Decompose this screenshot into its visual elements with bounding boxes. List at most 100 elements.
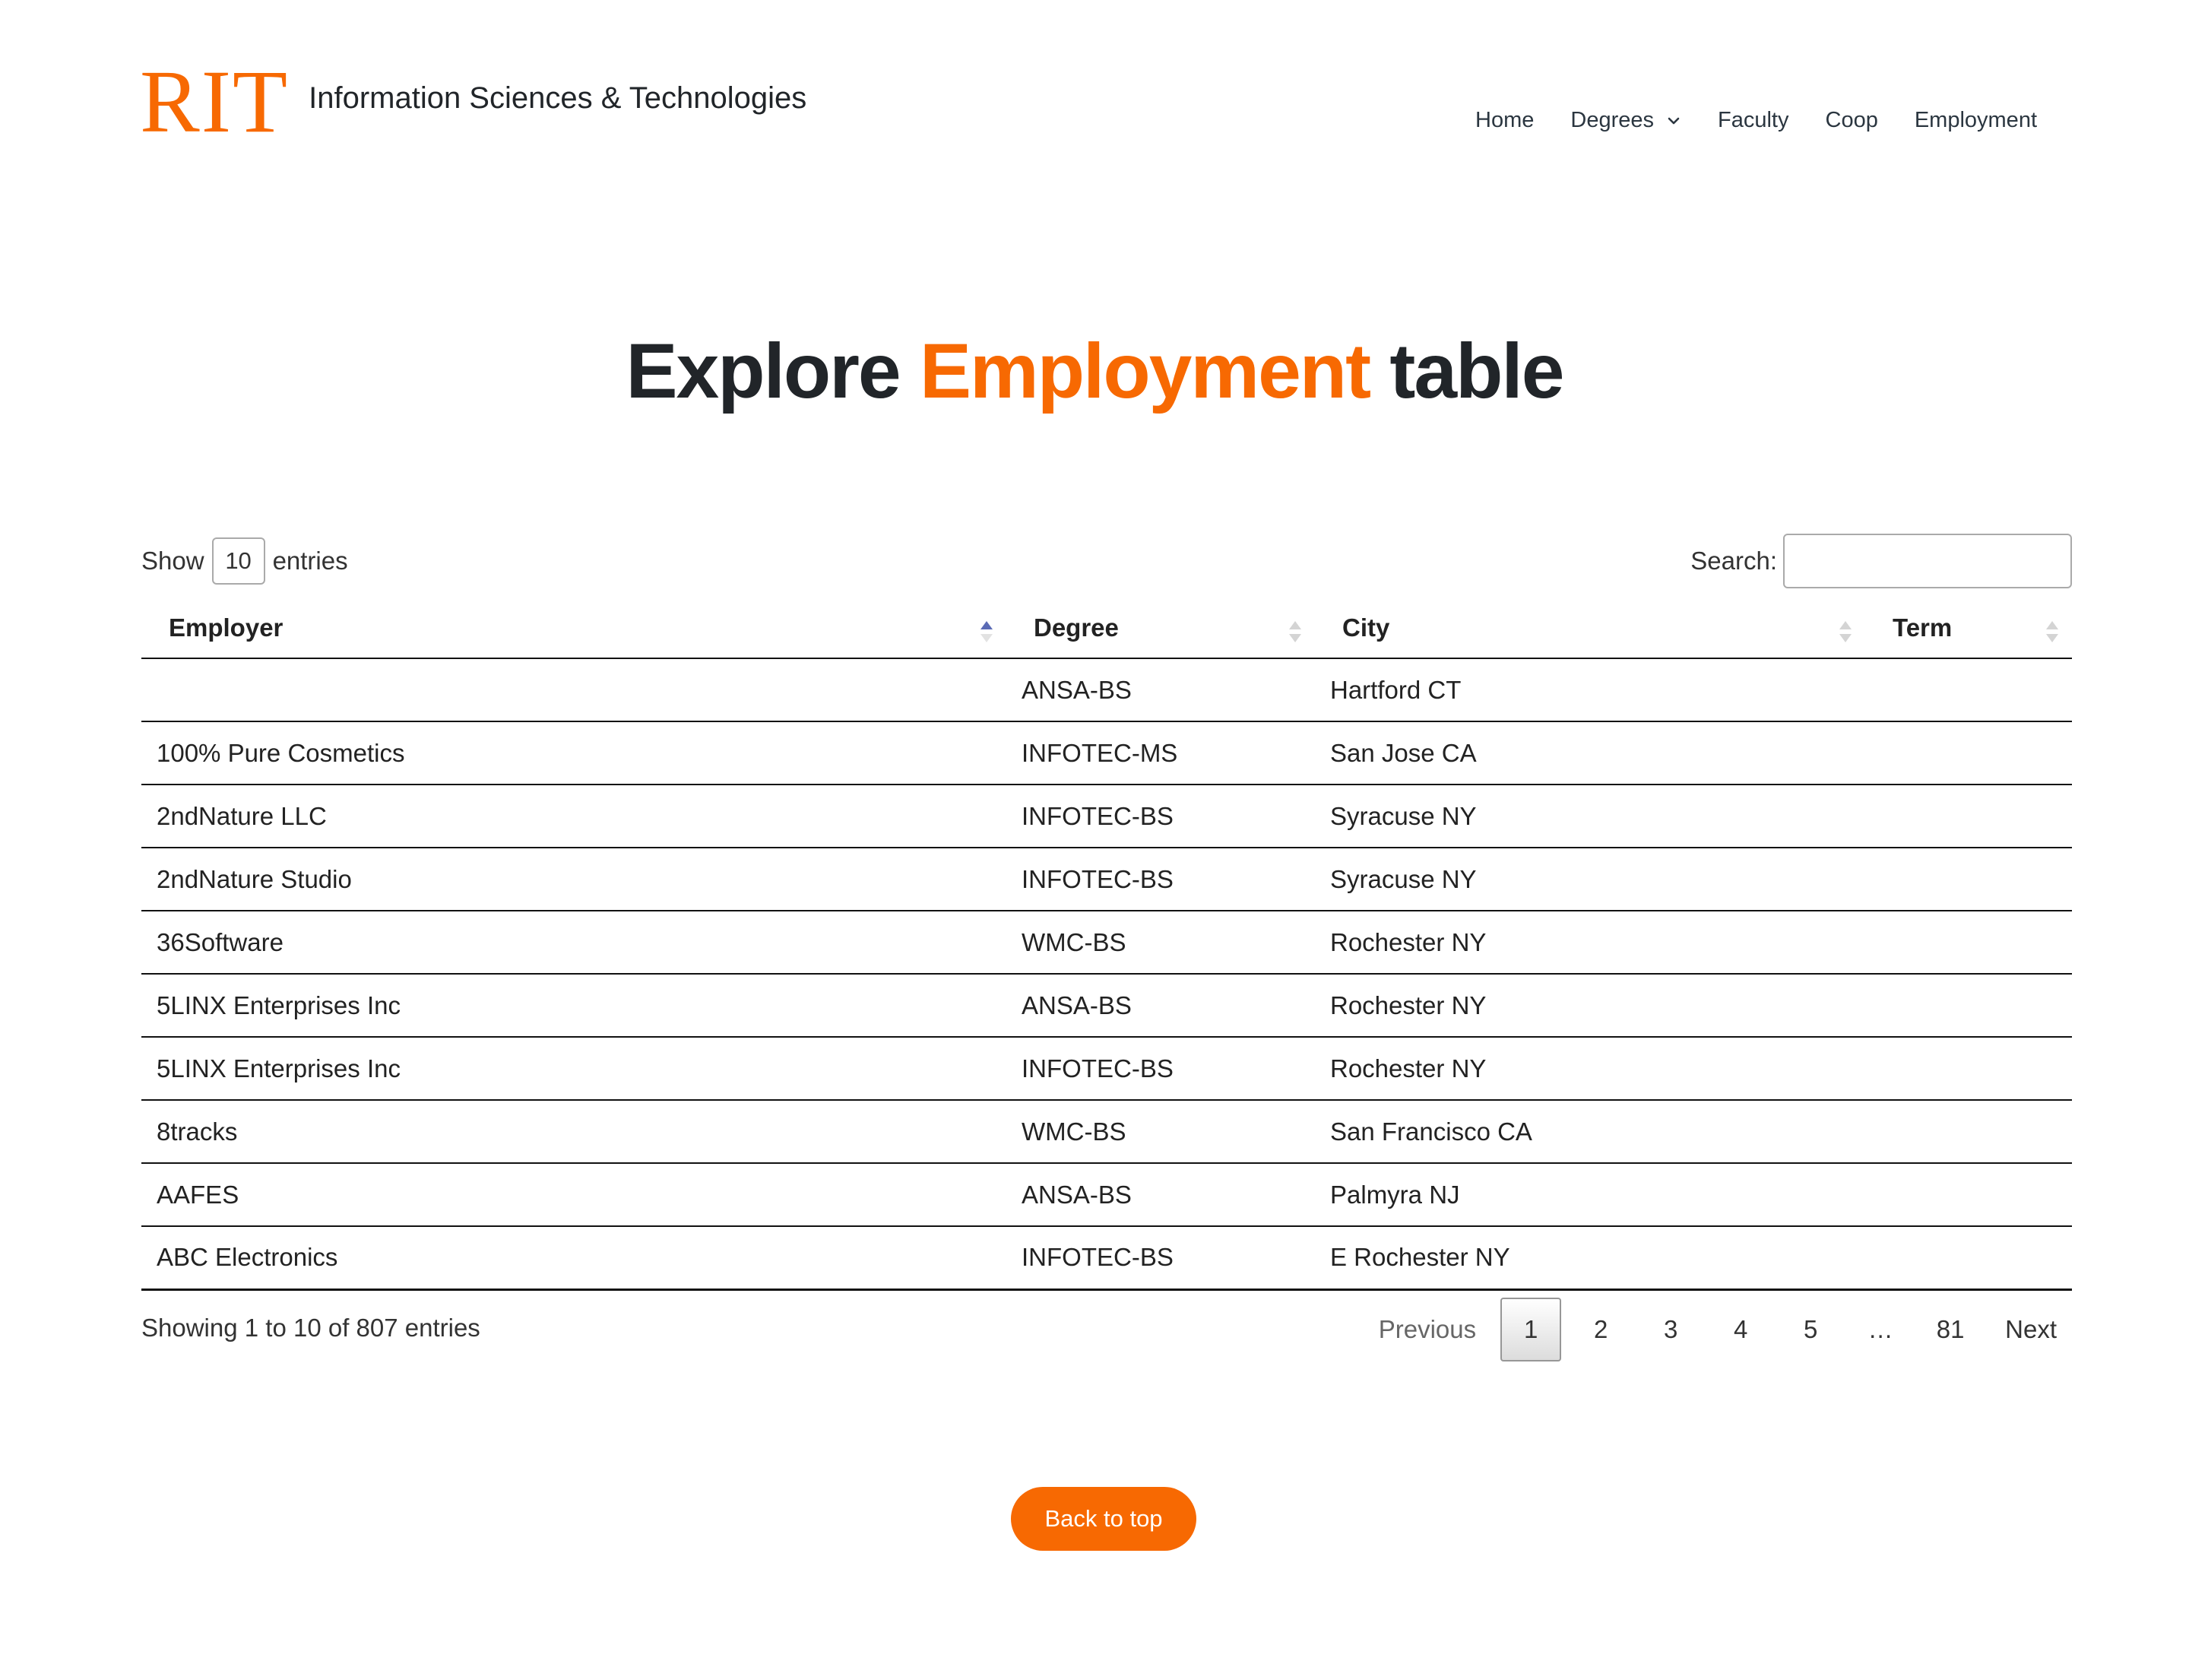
cell-term (1865, 1100, 2072, 1164)
employment-table: Employer Degree City Term ANSA-BS Hartfo… (141, 598, 2072, 1291)
title-suffix: table (1370, 328, 1564, 414)
cell-degree: INFOTEC-BS (1006, 1226, 1315, 1291)
site-header: RIT Information Sciences & Technologies … (0, 0, 2189, 182)
cell-term (1865, 974, 2072, 1038)
table-row: ABC Electronics INFOTEC-BS E Rochester N… (141, 1226, 2072, 1291)
nav-home[interactable]: Home (1475, 108, 1534, 133)
cell-degree: INFOTEC-BS (1006, 848, 1315, 911)
table-controls: Show 10 entries Search: (141, 532, 2072, 590)
title-prefix: Explore (626, 328, 920, 414)
nav-coop[interactable]: Coop (1826, 108, 1878, 133)
table-body: ANSA-BS Hartford CT 100% Pure Cosmetics … (141, 658, 2072, 1291)
table-row: 5LINX Enterprises Inc ANSA-BS Rochester … (141, 974, 2072, 1038)
cell-city: San Jose CA (1315, 721, 1865, 785)
cell-city: San Francisco CA (1315, 1100, 1865, 1164)
cell-employer: 8tracks (141, 1100, 1006, 1164)
column-header-city[interactable]: City (1315, 598, 1865, 659)
nav-degrees[interactable]: Degrees (1570, 108, 1681, 133)
back-to-top-button[interactable]: Back to top (1011, 1487, 1196, 1551)
sort-icon (1289, 621, 1301, 642)
sort-icon (2046, 621, 2058, 642)
table-row: 2ndNature Studio INFOTEC-BS Syracuse NY (141, 848, 2072, 911)
cell-city: Rochester NY (1315, 911, 1865, 975)
cell-city: E Rochester NY (1315, 1226, 1865, 1291)
page-title: Explore Employment table (0, 327, 2189, 416)
table-row: 100% Pure Cosmetics INFOTEC-MS San Jose … (141, 721, 2072, 785)
cell-term (1865, 1226, 2072, 1291)
cell-city: Rochester NY (1315, 974, 1865, 1038)
entries-length-control: Show 10 entries (141, 532, 348, 590)
column-header-employer[interactable]: Employer (141, 598, 1006, 659)
cell-employer: 5LINX Enterprises Inc (141, 1037, 1006, 1101)
pagination-page-2[interactable]: 2 (1570, 1298, 1631, 1361)
column-header-label: Degree (1034, 613, 1119, 642)
table-row: 2ndNature LLC INFOTEC-BS Syracuse NY (141, 785, 2072, 848)
entries-select[interactable]: 10 (211, 537, 265, 585)
cell-employer: 100% Pure Cosmetics (141, 721, 1006, 785)
cell-city: Hartford CT (1315, 658, 1865, 722)
cell-employer: 2ndNature LLC (141, 785, 1006, 848)
cell-city: Syracuse NY (1315, 848, 1865, 911)
cell-degree: ANSA-BS (1006, 658, 1315, 722)
cell-degree: ANSA-BS (1006, 1163, 1315, 1227)
table-header-row: Employer Degree City Term (141, 598, 2072, 659)
cell-city: Palmyra NJ (1315, 1163, 1865, 1227)
search-input[interactable] (1783, 534, 2072, 588)
column-header-label: Employer (169, 613, 284, 642)
pagination-page-1[interactable]: 1 (1500, 1298, 1562, 1361)
cell-degree: INFOTEC-BS (1006, 785, 1315, 848)
site-logo[interactable]: RIT Information Sciences & Technologies (140, 52, 807, 151)
search-label: Search: (1690, 547, 1777, 575)
nav-degrees-label: Degrees (1570, 108, 1655, 132)
sort-ascending-icon (980, 621, 993, 642)
search-control: Search: (1690, 532, 2072, 590)
cell-employer: 36Software (141, 911, 1006, 975)
cell-degree: INFOTEC-BS (1006, 1037, 1315, 1101)
nav-faculty[interactable]: Faculty (1718, 108, 1788, 133)
pagination-previous[interactable]: Previous (1364, 1298, 1491, 1361)
pagination-ellipsis: … (1867, 1315, 1893, 1343)
pagination: Previous 1 2 3 4 5 … 81 Next (1354, 1297, 2072, 1362)
cell-term (1865, 658, 2072, 722)
cell-employer: ABC Electronics (141, 1226, 1006, 1291)
show-label: Show (141, 547, 204, 575)
cell-term (1865, 1163, 2072, 1227)
cell-degree: ANSA-BS (1006, 974, 1315, 1038)
pagination-page-5[interactable]: 5 (1780, 1298, 1841, 1361)
cell-employer: 5LINX Enterprises Inc (141, 974, 1006, 1038)
cell-term (1865, 785, 2072, 848)
cell-employer: AAFES (141, 1163, 1006, 1227)
cell-employer: 2ndNature Studio (141, 848, 1006, 911)
column-header-label: Term (1893, 613, 1953, 642)
title-accent: Employment (919, 328, 1371, 414)
chevron-down-icon (1668, 117, 1680, 124)
cell-city: Rochester NY (1315, 1037, 1865, 1101)
table-row: AAFES ANSA-BS Palmyra NJ (141, 1163, 2072, 1227)
cell-degree: WMC-BS (1006, 911, 1315, 975)
site-title: Information Sciences & Technologies (309, 81, 807, 115)
pagination-next[interactable]: Next (1990, 1298, 2072, 1361)
column-header-degree[interactable]: Degree (1006, 598, 1315, 659)
table-row: 5LINX Enterprises Inc INFOTEC-BS Rochest… (141, 1037, 2072, 1101)
cell-employer (141, 658, 1006, 722)
sort-icon (1839, 621, 1852, 642)
cell-term (1865, 721, 2072, 785)
cell-term (1865, 1037, 2072, 1101)
column-header-term[interactable]: Term (1865, 598, 2072, 659)
table-row: 36Software WMC-BS Rochester NY (141, 911, 2072, 975)
main-nav: Home Degrees Faculty Coop Employment (1439, 108, 2037, 133)
entries-label: entries (272, 547, 348, 575)
column-header-label: City (1342, 613, 1390, 642)
cell-term (1865, 848, 2072, 911)
pagination-page-last[interactable]: 81 (1920, 1298, 1981, 1361)
rit-logo-wordmark: RIT (140, 52, 290, 151)
table-info: Showing 1 to 10 of 807 entries (141, 1314, 480, 1342)
cell-degree: INFOTEC-MS (1006, 721, 1315, 785)
pagination-page-3[interactable]: 3 (1640, 1298, 1701, 1361)
cell-degree: WMC-BS (1006, 1100, 1315, 1164)
cell-term (1865, 911, 2072, 975)
table-row: ANSA-BS Hartford CT (141, 658, 2072, 722)
nav-employment[interactable]: Employment (1915, 108, 2037, 133)
cell-city: Syracuse NY (1315, 785, 1865, 848)
pagination-page-4[interactable]: 4 (1710, 1298, 1771, 1361)
